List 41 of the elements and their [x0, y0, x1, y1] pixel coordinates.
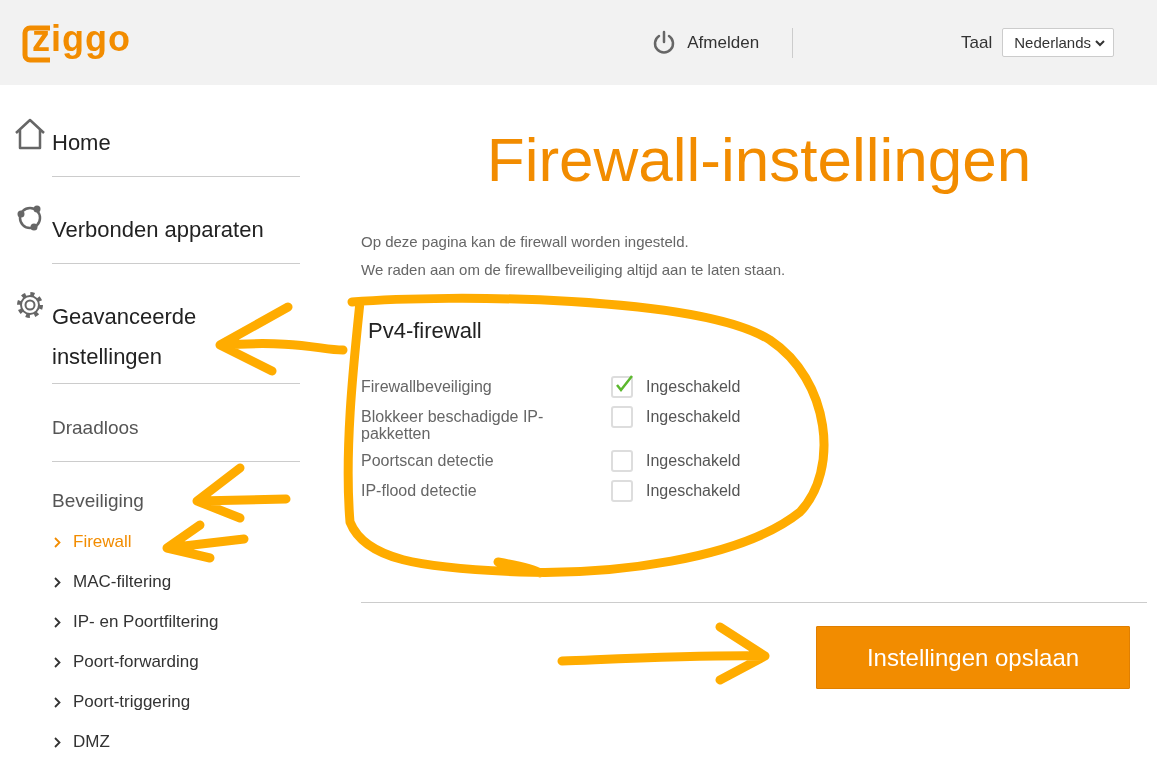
nav-item[interactable]: Draadloos	[52, 391, 300, 462]
setting-label: IP-flood detectie	[361, 481, 478, 499]
chevron-right-icon	[54, 656, 61, 668]
nav-item[interactable]: Home	[52, 113, 300, 177]
submenu-item[interactable]: MAC-filtering	[54, 562, 300, 602]
chevron-right-icon	[54, 696, 61, 708]
page-title: Firewall-instellingen	[485, 124, 1033, 196]
nav-item[interactable]: Verbonden apparaten	[52, 200, 300, 264]
checkbox-label: Ingeschakeld	[646, 377, 741, 396]
language-label: Taal	[961, 32, 993, 53]
network-icon	[16, 204, 44, 232]
language-select[interactable]: Nederlands	[1002, 28, 1114, 57]
submenu-item[interactable]: IP- en Poortfiltering	[54, 602, 300, 642]
setting-label: Poortscan detectie	[361, 451, 495, 469]
submenu-item[interactable]: Poort-forwarding	[54, 642, 300, 682]
checkmark-icon	[614, 374, 634, 394]
submenu-item[interactable]: Poort-triggering	[54, 682, 300, 722]
chevron-right-icon	[54, 536, 61, 548]
checkbox[interactable]	[611, 480, 633, 502]
chevron-down-icon	[1095, 38, 1105, 47]
checkbox-label: Ingeschakeld	[646, 451, 741, 470]
description-text: Op deze pagina kan de firewall worden ingesteld.	[361, 232, 689, 252]
nav-item[interactable]: Geavanceerde instellingen	[52, 287, 300, 384]
checkbox-label: Ingeschakeld	[646, 481, 741, 500]
chevron-right-icon	[54, 616, 61, 628]
setting-label: Firewallbeveiliging	[361, 377, 493, 395]
chevron-right-icon	[54, 576, 61, 588]
checkbox-label: Ingeschakeld	[646, 407, 741, 426]
gear-icon	[16, 291, 44, 319]
logo: ziggo	[24, 22, 131, 63]
section-heading: Beveiliging	[52, 490, 144, 513]
checkbox[interactable]	[611, 376, 633, 398]
checkbox[interactable]	[611, 450, 633, 472]
logout-link[interactable]: Afmelden	[687, 32, 760, 53]
submenu-item[interactable]: DMZ	[54, 722, 300, 759]
chevron-right-icon	[54, 736, 61, 748]
checkbox[interactable]	[611, 406, 633, 428]
setting-label: Blokkeer beschadigde IP-pakketten	[361, 407, 545, 442]
section-title: Pv4-firewall	[368, 318, 483, 345]
house-icon	[13, 117, 47, 151]
description-text: We raden aan om de firewallbeveiliging altijd aan te laten staan.	[361, 260, 786, 280]
